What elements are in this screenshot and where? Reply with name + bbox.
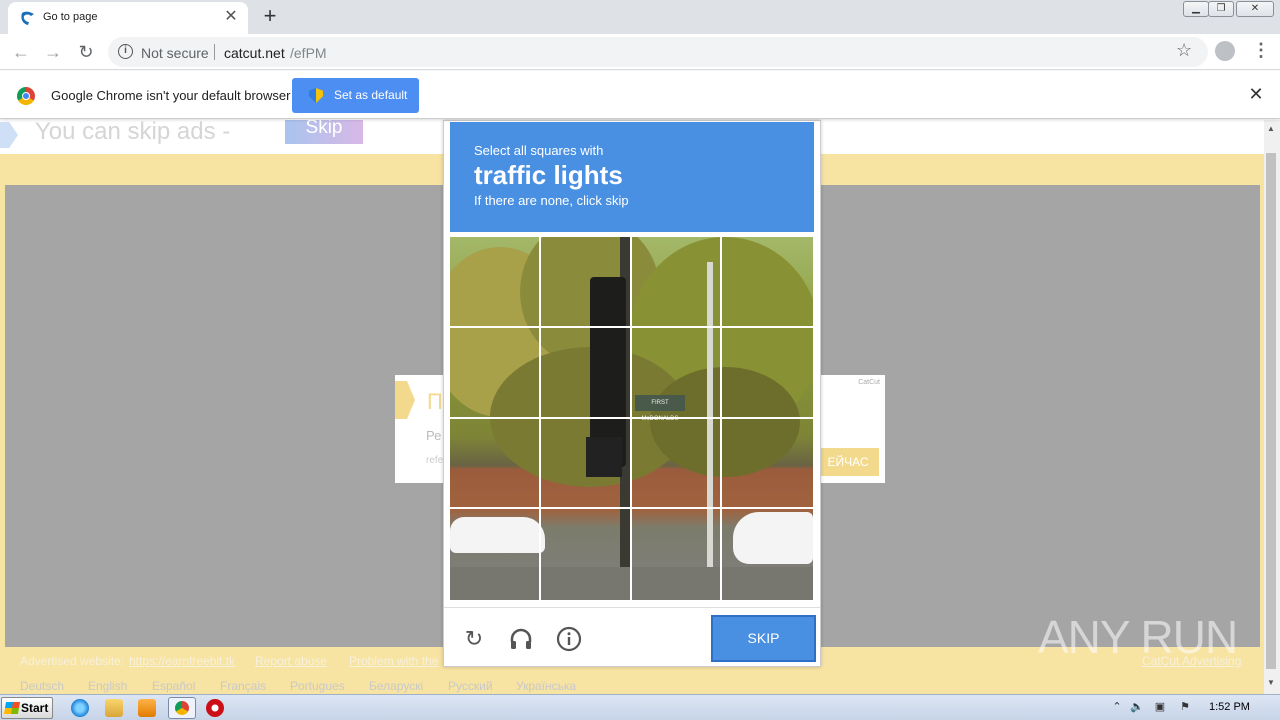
lang-link[interactable]: Русский	[448, 679, 493, 693]
car	[450, 517, 545, 553]
problem-link[interactable]: Problem with the	[349, 654, 438, 668]
advertised-label: Advertised website:	[20, 654, 125, 668]
captcha-target: traffic lights	[474, 160, 623, 190]
set-as-default-label: Set as default	[334, 88, 408, 102]
skip-ads-button[interactable]: Skip	[285, 120, 363, 144]
ad-text: Ре	[426, 428, 442, 443]
reload-icon[interactable]: ↻	[74, 40, 98, 64]
start-button[interactable]: Start	[1, 697, 53, 719]
info-icon[interactable]: i	[118, 44, 133, 59]
tab-strip: Go to page ✕ + ▁ ❐ ✕	[0, 0, 1280, 34]
restore-button[interactable]: ❐	[1208, 1, 1234, 17]
tab-close-icon[interactable]: ✕	[222, 8, 240, 26]
windows-taskbar: Start ⌃ 🔈 ▣ ⚑ 1:52 PM	[0, 694, 1280, 720]
divider	[214, 44, 215, 60]
street-sign: FIRST McDONALDS	[635, 395, 685, 422]
traffic-light	[586, 437, 622, 477]
scroll-up-icon[interactable]: ▲	[1267, 124, 1275, 133]
captcha-challenge: Select all squares with traffic lights I…	[443, 120, 821, 667]
security-status[interactable]: Not secure	[141, 45, 209, 61]
start-label: Start	[21, 701, 49, 715]
chevron-icon	[395, 381, 415, 419]
grid-line	[450, 507, 813, 509]
captcha-footer: ↻ SKIP	[444, 607, 820, 667]
infobar-close-icon[interactable]: ✕	[1246, 84, 1266, 105]
captcha-instruction: Select all squares with	[474, 143, 604, 158]
lang-link[interactable]: Українська	[516, 679, 576, 693]
volume-icon[interactable]: 🔈	[1130, 700, 1144, 714]
skip-ads-text: You can skip ads -	[35, 120, 231, 145]
headphones-icon[interactable]	[508, 626, 534, 652]
pole	[707, 262, 713, 600]
watermark-text: ANY RUN	[1038, 611, 1238, 663]
grid-line	[450, 417, 813, 419]
lang-link[interactable]: Deutsch	[20, 679, 64, 693]
ad-heading: П	[427, 389, 443, 414]
reload-icon[interactable]: ↻	[461, 626, 487, 652]
opera-icon[interactable]	[206, 699, 224, 717]
url-path[interactable]: /efPM	[290, 45, 327, 61]
window-close-button[interactable]: ✕	[1236, 1, 1274, 17]
chrome-taskbar-button[interactable]	[168, 697, 196, 719]
network-icon[interactable]: ▣	[1153, 700, 1167, 714]
report-abuse-link[interactable]: Report abuse	[255, 654, 327, 668]
chevron-icon	[0, 122, 18, 148]
lang-link[interactable]: English	[88, 679, 127, 693]
minimize-button[interactable]: ▁	[1183, 1, 1209, 17]
tab-title: Go to page	[43, 11, 98, 23]
default-browser-infobar: Google Chrome isn't your default browser…	[0, 71, 1280, 119]
advertised-link[interactable]: https://earnfreebit.tk	[129, 654, 235, 668]
browser-tab[interactable]: Go to page ✕	[8, 2, 248, 34]
clock[interactable]: 1:52 PM	[1209, 701, 1250, 713]
ad-cta-button[interactable]: ЕЙЧАС	[817, 448, 879, 476]
scroll-down-icon[interactable]: ▼	[1267, 678, 1275, 687]
captcha-header: Select all squares with traffic lights I…	[450, 122, 814, 232]
uac-shield-icon	[309, 88, 323, 103]
ie-icon[interactable]	[71, 699, 89, 717]
ad-brand: CatCut	[858, 379, 880, 386]
back-arrow-icon[interactable]: ←	[9, 40, 33, 64]
windows-logo-icon	[3, 702, 21, 714]
captcha-hint: If there are none, click skip	[474, 193, 629, 208]
chrome-icon	[175, 701, 189, 715]
infobar-message: Google Chrome isn't your default browser	[51, 88, 291, 103]
anyrun-watermark: ANY RUN	[1038, 610, 1238, 670]
set-as-default-button[interactable]: Set as default	[292, 78, 419, 113]
info-icon[interactable]	[556, 626, 582, 652]
chrome-logo-icon	[17, 87, 35, 105]
flag-icon[interactable]: ⚑	[1178, 700, 1192, 714]
lang-link[interactable]: Portugues	[290, 679, 345, 693]
page-scrollbar[interactable]: ▲ ▼	[1264, 120, 1280, 694]
captcha-skip-button[interactable]: SKIP	[711, 615, 816, 662]
car	[733, 512, 813, 564]
browser-toolbar: ← → ↻ i Not secure catcut.net /efPM	[0, 34, 1280, 70]
address-bar[interactable]: i Not secure catcut.net /efPM	[108, 37, 1208, 67]
lang-link[interactable]: Français	[220, 679, 266, 693]
forward-arrow-icon[interactable]: →	[41, 40, 65, 64]
media-player-icon[interactable]	[138, 699, 156, 717]
scrollbar-thumb[interactable]	[1266, 153, 1276, 669]
grid-line	[450, 326, 813, 328]
chrome-menu-icon[interactable]: ⋮	[1252, 40, 1270, 61]
explorer-icon[interactable]	[105, 699, 123, 717]
catcut-favicon-icon	[21, 11, 34, 25]
ad-subtext: refe	[426, 455, 444, 466]
profile-avatar-icon[interactable]	[1215, 41, 1235, 61]
lang-link[interactable]: Беларускі	[369, 679, 423, 693]
tray-expand-icon[interactable]: ⌃	[1110, 700, 1124, 714]
lang-link[interactable]: Español	[152, 679, 195, 693]
captcha-image-grid: FIRST McDONALDS	[450, 237, 813, 600]
new-tab-button[interactable]: +	[258, 4, 282, 28]
url-host[interactable]: catcut.net	[224, 45, 285, 61]
bookmark-star-icon[interactable]: ☆	[1176, 40, 1192, 61]
